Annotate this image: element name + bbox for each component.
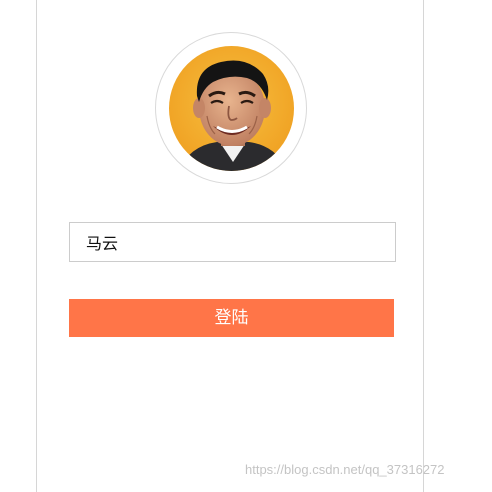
login-button[interactable]: 登陆	[69, 299, 394, 337]
login-page: 登陆 https://blog.csdn.net/qq_37316272	[0, 0, 492, 492]
watermark-text: https://blog.csdn.net/qq_37316272	[245, 462, 445, 477]
user-avatar-icon	[169, 46, 294, 171]
avatar	[169, 46, 294, 171]
username-input[interactable]	[69, 222, 396, 262]
